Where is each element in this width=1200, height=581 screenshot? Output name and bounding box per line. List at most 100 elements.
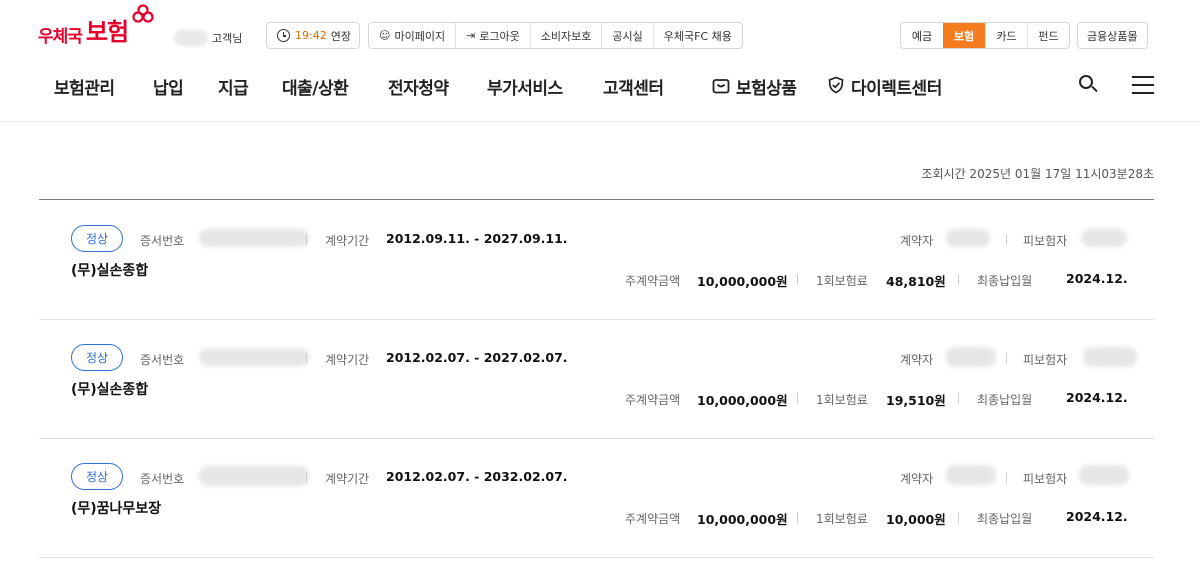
brand-name-small: 우체국 <box>38 27 83 47</box>
divider <box>958 274 959 285</box>
premium-value: 19,510원 <box>886 393 946 408</box>
product-name[interactable]: (무)꿈나무보장 <box>71 498 161 518</box>
contract-card[interactable]: 정상 증서번호 계약기간 2012.02.07. - 2032.02.07. 계… <box>39 438 1154 558</box>
utility-links: ☺ 마이페이지 ⇥ 로그아웃 소비자보호 공시실 우체국FC 채용 <box>368 22 743 49</box>
mypage-label: 마이페이지 <box>394 29 446 43</box>
service-tabs: 예금 보험 카드 펀드 <box>900 22 1070 49</box>
session-extend-label: 연장 <box>330 29 351 43</box>
contractor-redacted <box>946 465 996 485</box>
customer-suffix: 고객님 <box>212 32 243 45</box>
contract-card[interactable]: 정상 증서번호 계약기간 2012.09.11. - 2027.09.11. 계… <box>39 200 1154 320</box>
consumer-protection-link[interactable]: 소비자보호 <box>529 23 602 48</box>
contract-period: 2012.09.11. - 2027.09.11. <box>386 231 568 246</box>
nav-item-direct-center[interactable]: 다이렉트센터 <box>827 74 942 99</box>
tab-insurance[interactable]: 보험 <box>943 23 985 48</box>
cert-no-label: 증서번호 <box>140 472 185 486</box>
insured-label: 피보험자 <box>1023 353 1068 367</box>
contractor-redacted <box>946 347 996 367</box>
status-badge: 정상 <box>71 225 123 252</box>
divider <box>797 393 798 404</box>
top-utility-bar: 우체국 보험 고객님 19:42 연장 ☺ 마이페이지 ⇥ 로그아웃 소비자보호… <box>0 0 1200 60</box>
divider <box>306 472 307 483</box>
period-label: 계약기간 <box>325 472 370 486</box>
status-badge: 정상 <box>71 463 123 490</box>
nav-item-payment[interactable]: 납입 <box>153 74 184 99</box>
premium-label: 1회보험료 <box>816 512 868 526</box>
contractor-label: 계약자 <box>900 472 934 486</box>
query-time: 조회시간 2025년 01월 17일 11시03분28초 <box>921 167 1154 181</box>
insured-redacted <box>1083 347 1137 367</box>
logout-label: 로그아웃 <box>479 29 520 43</box>
tab-card[interactable]: 카드 <box>985 23 1027 48</box>
hamburger-menu-icon[interactable] <box>1132 76 1154 94</box>
session-timer-button[interactable]: 19:42 연장 <box>266 22 360 49</box>
nav-item-direct-center-label: 다이렉트센터 <box>851 79 942 99</box>
main-amount-value: 10,000,000원 <box>697 274 788 289</box>
divider <box>1006 353 1007 364</box>
divider <box>797 512 798 523</box>
last-paid-label: 최종납입월 <box>977 274 1033 288</box>
divider <box>306 353 307 364</box>
contract-period: 2012.02.07. - 2027.02.07. <box>386 350 568 365</box>
divider <box>1006 472 1007 483</box>
cert-no-label: 증서번호 <box>140 234 185 248</box>
main-amount-label: 주계약금액 <box>625 393 681 407</box>
nav-item-claims[interactable]: 지급 <box>218 74 249 99</box>
logout-icon: ⇥ <box>466 29 476 42</box>
main-amount-label: 주계약금액 <box>625 512 681 526</box>
last-paid-value: 2024.12. <box>1066 509 1128 524</box>
person-icon: ☺ <box>379 29 391 42</box>
financial-products-button[interactable]: 금융상품몰 <box>1077 22 1148 49</box>
nav-item-insurance-management[interactable]: 보험관리 <box>54 74 115 99</box>
clock-icon <box>277 29 290 42</box>
insured-label: 피보험자 <box>1023 234 1068 248</box>
shopping-bag-icon <box>712 77 730 99</box>
cert-no-redacted <box>199 229 309 247</box>
product-name[interactable]: (무)실손종합 <box>71 260 148 280</box>
last-paid-value: 2024.12. <box>1066 390 1128 405</box>
fc-recruit-link[interactable]: 우체국FC 채용 <box>652 23 742 48</box>
nav-item-insurance-products[interactable]: 보험상품 <box>712 74 797 99</box>
customer-greeting: 고객님 <box>174 30 242 46</box>
contractor-label: 계약자 <box>900 353 934 367</box>
premium-label: 1회보험료 <box>816 393 868 407</box>
divider <box>1006 234 1007 245</box>
cert-no-label: 증서번호 <box>140 353 185 367</box>
contract-period: 2012.02.07. - 2032.02.07. <box>386 469 568 484</box>
contractor-label: 계약자 <box>900 234 934 248</box>
main-amount-label: 주계약금액 <box>625 274 681 288</box>
premium-label: 1회보험료 <box>816 274 868 288</box>
last-paid-value: 2024.12. <box>1066 271 1128 286</box>
tab-deposit[interactable]: 예금 <box>901 23 943 48</box>
contract-card[interactable]: 정상 증서번호 계약기간 2012.02.07. - 2027.02.07. 계… <box>39 319 1154 439</box>
mypage-link[interactable]: ☺ 마이페이지 <box>369 23 455 48</box>
premium-value: 48,810원 <box>886 274 946 289</box>
nav-item-customer-center[interactable]: 고객센터 <box>603 74 664 99</box>
period-label: 계약기간 <box>325 353 370 367</box>
main-navigation: 보험관리 납입 지급 대출/상환 전자청약 부가서비스 고객센터 보험상품 다이… <box>0 62 1200 122</box>
nav-item-additional-services[interactable]: 부가서비스 <box>487 74 563 99</box>
cert-no-redacted <box>199 466 309 486</box>
status-badge: 정상 <box>71 344 123 371</box>
search-icon[interactable] <box>1076 72 1100 96</box>
nav-item-loan-repayment[interactable]: 대출/상환 <box>282 74 349 99</box>
period-label: 계약기간 <box>325 234 370 248</box>
product-name[interactable]: (무)실손종합 <box>71 379 148 399</box>
cert-no-redacted <box>199 348 309 366</box>
nav-item-e-subscription[interactable]: 전자청약 <box>388 74 449 99</box>
contractor-redacted <box>946 229 990 247</box>
customer-name-redacted <box>174 30 208 46</box>
divider <box>797 274 798 285</box>
brand-logo[interactable]: 우체국 보험 <box>38 4 154 47</box>
tab-fund[interactable]: 펀드 <box>1027 23 1069 48</box>
disclosure-link[interactable]: 공시실 <box>601 23 652 48</box>
divider <box>306 234 307 245</box>
brand-flower-mark-icon <box>132 4 154 23</box>
insured-label: 피보험자 <box>1023 472 1068 486</box>
divider <box>958 393 959 404</box>
shield-check-icon <box>827 76 845 99</box>
nav-item-insurance-products-label: 보험상품 <box>736 79 797 99</box>
session-time: 19:42 <box>295 29 327 42</box>
logout-link[interactable]: ⇥ 로그아웃 <box>455 23 530 48</box>
divider <box>958 512 959 523</box>
